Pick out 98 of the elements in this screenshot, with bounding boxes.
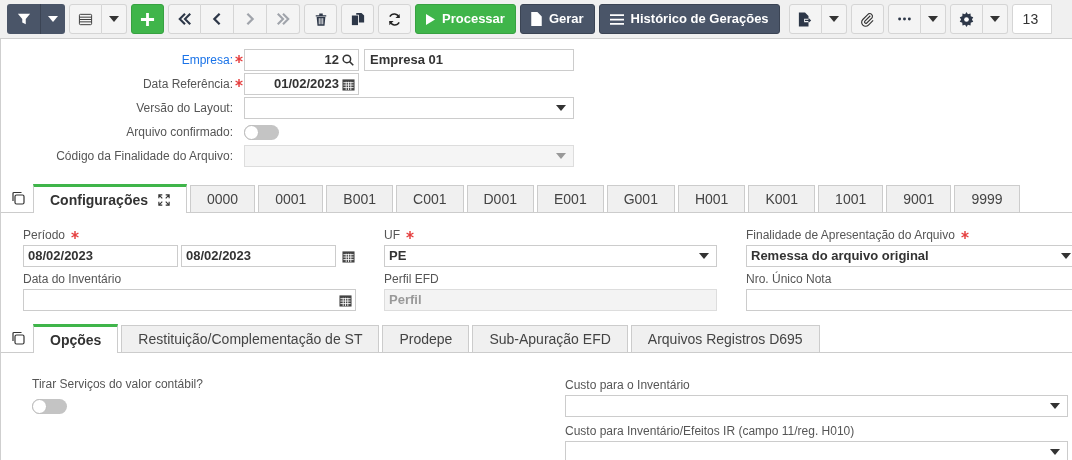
double-chevron-left-icon (177, 12, 192, 26)
tab[interactable]: D001 (466, 185, 534, 212)
caret-icon (699, 253, 709, 259)
select-field[interactable] (565, 395, 1068, 417)
trash-icon (313, 11, 328, 27)
field-value: Remessa do arquivo original (751, 247, 929, 266)
play-icon (426, 13, 435, 25)
caret-icon (989, 16, 1000, 22)
caret-icon (556, 153, 566, 159)
field-label: Nro. Único Nota (746, 270, 832, 288)
tab[interactable]: Sub-Apuração EFD (472, 325, 628, 352)
search-icon (342, 54, 354, 66)
input-field[interactable] (746, 289, 1072, 311)
date-field[interactable] (23, 289, 356, 311)
attach-button[interactable] (850, 4, 884, 34)
refresh-icon (387, 11, 402, 27)
calendar-icon[interactable] (342, 249, 355, 263)
caret-icon (927, 16, 938, 22)
toggle-switch[interactable] (32, 399, 67, 414)
grid-view-button[interactable] (69, 4, 102, 34)
duplicate-button[interactable] (341, 4, 374, 34)
caret-icon (48, 16, 58, 22)
field-label: Custo para o Inventário (565, 377, 691, 392)
field-label: Perfil EFD (384, 271, 439, 288)
plus-icon (140, 11, 155, 27)
copy-icon[interactable] (11, 331, 25, 345)
ellipsis-icon (897, 17, 911, 21)
paperclip-icon (859, 11, 875, 27)
field-label: Tirar Serviços do valor contábil? (32, 376, 204, 393)
tab[interactable]: G001 (606, 185, 675, 212)
filter-button[interactable] (7, 4, 40, 34)
select-field[interactable]: PE (384, 245, 717, 267)
date-field[interactable]: 01/02/2023 (244, 73, 359, 95)
caret-icon (109, 16, 119, 22)
tab[interactable]: C001 (396, 185, 464, 212)
field-value: 12 (324, 51, 339, 70)
file-export-icon (798, 11, 813, 27)
double-chevron-right-icon (276, 12, 290, 26)
table-icon (78, 11, 93, 27)
field-label: Finalidade de Apresentação do Arquivo (746, 227, 955, 244)
caret-icon (1050, 403, 1060, 409)
select-field[interactable] (565, 441, 1068, 460)
tab[interactable]: H001 (677, 185, 746, 212)
date-field[interactable]: 08/02/2023 (181, 245, 336, 267)
calendar-icon (339, 293, 352, 307)
tab[interactable]: B001 (326, 185, 394, 212)
code-field[interactable]: 12 (244, 49, 359, 71)
dropdown-button[interactable] (40, 4, 65, 34)
tab[interactable]: Arquivos Registros D695 (630, 325, 820, 352)
tab[interactable]: 1001 (818, 185, 884, 212)
field-label: UF (384, 227, 400, 244)
caret-icon (1050, 449, 1060, 455)
readonly-field: Perfil (384, 289, 717, 311)
menu-icon (609, 13, 624, 25)
tab[interactable]: Opções (33, 324, 119, 353)
field-label: Versão do Layout: (136, 100, 233, 117)
field-label: Período (23, 227, 66, 244)
field-label: Arquivo confirmado: (126, 124, 233, 141)
name-field[interactable]: Empresa 01 (364, 49, 574, 71)
caret-icon (556, 105, 566, 111)
tab[interactable]: Configurações (33, 184, 187, 213)
delete-button[interactable] (304, 4, 337, 34)
field-label: Data Referência: (142, 76, 233, 93)
previous-button[interactable] (201, 4, 234, 34)
first-page-button[interactable] (168, 4, 201, 34)
tab[interactable]: E001 (536, 185, 604, 212)
copy-icon[interactable] (11, 191, 25, 205)
tab[interactable]: 0000 (190, 185, 256, 212)
field-value: PE (389, 247, 407, 266)
page-field[interactable]: 13 (1011, 4, 1052, 34)
export-button[interactable] (788, 4, 822, 34)
toggle-switch[interactable] (244, 124, 279, 140)
settings-icon (958, 11, 974, 27)
action-button[interactable]: Gerar (519, 4, 595, 34)
settings-button[interactable] (949, 4, 983, 34)
field-label-link[interactable]: Empresa: (181, 51, 233, 69)
tab[interactable]: Prodepe (382, 325, 470, 352)
tab[interactable]: 0001 (258, 185, 324, 212)
select-field[interactable]: Remessa do arquivo original (746, 245, 1072, 267)
caret-icon (1061, 253, 1071, 259)
field-label: Data do Inventário (23, 271, 122, 288)
expand-icon (158, 194, 170, 206)
copy-icon (350, 12, 365, 26)
action-button[interactable]: Histórico de Gerações (598, 4, 780, 34)
field-label: Custo para Inventário/Efeitos IR (campo 11/reg. H010) (565, 423, 856, 438)
tab[interactable]: K001 (748, 185, 816, 212)
document-icon (530, 12, 542, 26)
field-value: 01/02/2023 (273, 75, 339, 94)
tab[interactable]: Restituição/Complementação de ST (121, 325, 380, 352)
filter-icon (16, 12, 31, 26)
date-field[interactable]: 08/02/2023 (23, 245, 178, 267)
tab[interactable]: 9001 (886, 185, 952, 212)
field-label: Código da Finalidade do Arquivo: (56, 148, 233, 165)
caret-icon (828, 16, 839, 22)
select-field[interactable] (244, 97, 574, 119)
refresh-button[interactable] (378, 4, 411, 34)
calendar-icon (342, 77, 355, 91)
tab[interactable]: 9999 (954, 185, 1020, 212)
